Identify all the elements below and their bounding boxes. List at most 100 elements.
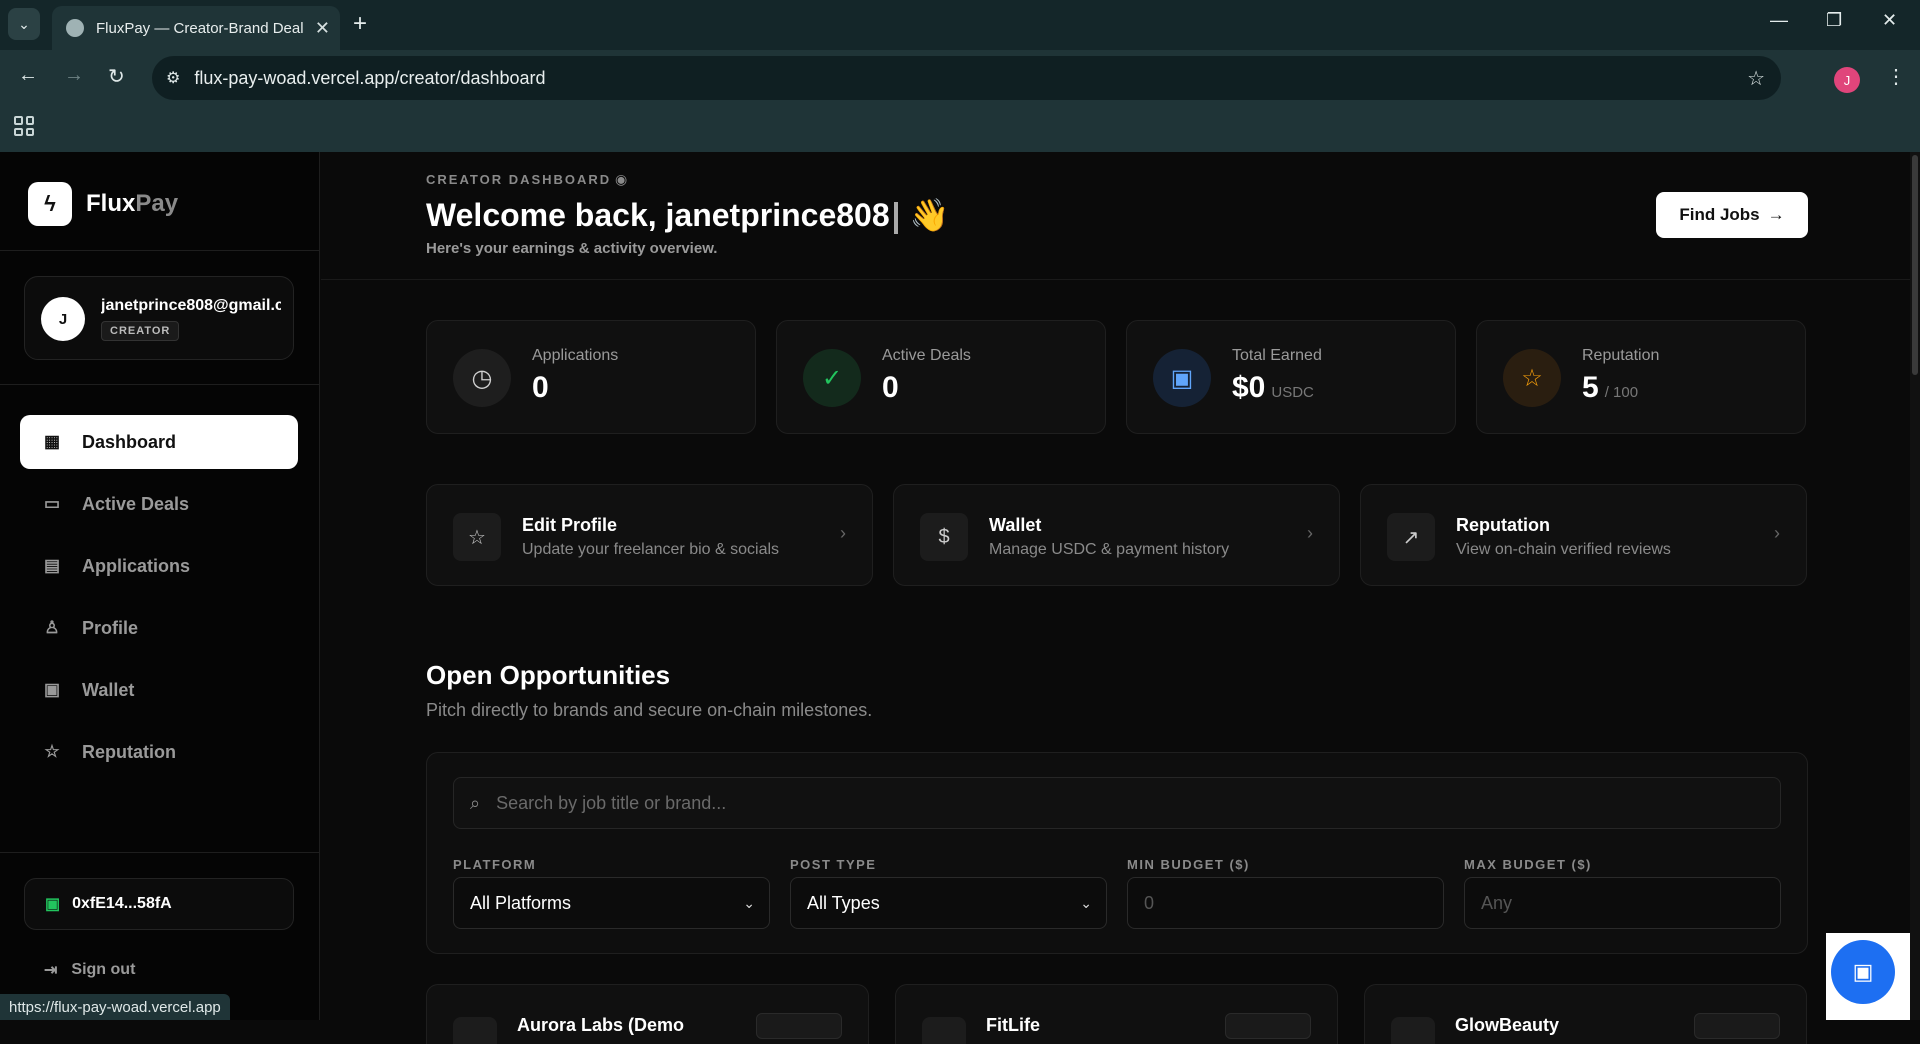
page-eyebrow: CREATOR DASHBOARD: [426, 172, 612, 187]
post-type-label: POST TYPE: [790, 857, 877, 872]
wallet-icon: ▣: [1153, 349, 1211, 407]
back-button[interactable]: ←: [18, 64, 38, 87]
brand-logo[interactable]: ϟ FluxPay: [28, 182, 178, 226]
profile-avatar[interactable]: J: [1834, 67, 1860, 93]
stat-label: Active Deals: [882, 347, 971, 364]
check-circle-icon: ✓: [803, 349, 861, 407]
platform-select[interactable]: All Platforms ⌄: [453, 877, 770, 929]
max-budget-input[interactable]: Any: [1464, 877, 1781, 929]
wallet-fab-button[interactable]: ▣: [1831, 940, 1895, 1004]
stat-label: Reputation: [1582, 347, 1660, 364]
chevron-down-icon: ⌄: [18, 15, 30, 32]
quick-actions: ☆ Edit Profile Update your freelancer bi…: [426, 484, 1808, 586]
brand-logo-icon: [453, 1017, 497, 1044]
find-jobs-button[interactable]: Find Jobs →: [1656, 192, 1808, 238]
brand-logo-icon: [922, 1017, 966, 1044]
close-icon[interactable]: ✕: [315, 18, 330, 39]
sidebar-item-profile[interactable]: ♙ Profile: [20, 601, 298, 655]
dollar-icon: $: [920, 513, 968, 561]
sidebar-item-label: Dashboard: [82, 431, 177, 452]
sidebar-item-dashboard[interactable]: ▦ Dashboard: [20, 415, 298, 469]
stat-unit: / 100: [1604, 384, 1639, 401]
sidebar-item-label: Applications: [82, 555, 191, 576]
chevron-right-icon: ›: [1774, 523, 1780, 543]
eye-icon[interactable]: ◉: [615, 171, 627, 188]
site-settings-icon[interactable]: ⚙: [166, 68, 180, 88]
document-icon: ▤: [43, 556, 61, 575]
sidebar-item-active-deals[interactable]: ▭ Active Deals: [20, 477, 298, 531]
job-card[interactable]: FitLife: [895, 984, 1338, 1044]
browser-tab[interactable]: FluxPay — Creator-Brand Deal Escrow ✕: [52, 6, 340, 50]
new-tab-button[interactable]: +: [353, 10, 367, 38]
job-card[interactable]: Aurora Labs (Demo: [426, 984, 869, 1044]
restore-button[interactable]: ❐: [1826, 10, 1842, 31]
stat-card-reputation: ☆ Reputation 5/ 100: [1476, 320, 1806, 434]
stat-value: 0: [532, 371, 549, 404]
apps-grid-icon[interactable]: [14, 116, 34, 136]
forward-button[interactable]: →: [64, 64, 84, 87]
post-type-select[interactable]: All Types ⌄: [790, 877, 1107, 929]
job-brand: GlowBeauty: [1455, 1015, 1560, 1035]
lightning-icon: ϟ: [28, 182, 72, 226]
trending-up-icon: ↗: [1387, 513, 1435, 561]
brand-name: FluxPay: [86, 190, 179, 217]
chevron-down-icon: ⌄: [1080, 894, 1092, 911]
job-list: Aurora Labs (Demo FitLife GlowBeauty: [426, 984, 1808, 1044]
wave-emoji: 👋: [909, 197, 950, 233]
stat-card-total-earned: ▣ Total Earned $0 USDC: [1126, 320, 1456, 434]
wallet-address: 0xfE14...58fA: [72, 895, 172, 912]
action-title: Edit Profile: [522, 515, 618, 535]
sidebar-item-reputation[interactable]: ☆ Reputation: [20, 725, 298, 779]
search-icon: ⌕: [470, 792, 481, 813]
search-input[interactable]: ⌕ Search by job title or brand...: [453, 777, 1781, 829]
job-brand: Aurora Labs (Demo: [517, 1015, 685, 1035]
chevron-right-icon: ›: [840, 523, 846, 543]
stat-value: 5/ 100: [1582, 371, 1639, 404]
scrollbar-thumb[interactable]: [1912, 155, 1918, 375]
stat-label: Total Earned: [1232, 347, 1322, 364]
search-placeholder: Search by job title or brand...: [496, 792, 727, 813]
window-close-button[interactable]: ✕: [1882, 10, 1897, 31]
browser-menu-icon[interactable]: ⋮: [1886, 64, 1906, 89]
user-email: janetprince808@gmail.com: [101, 297, 281, 314]
sidebar-item-applications[interactable]: ▤ Applications: [20, 539, 298, 593]
page-header: CREATOR DASHBOARD ◉ Welcome back, janetp…: [321, 152, 1910, 280]
arrow-right-icon: →: [1767, 205, 1785, 224]
reputation-card[interactable]: ↗ Reputation View on-chain verified revi…: [1360, 484, 1807, 586]
stat-value: $0 USDC: [1232, 371, 1314, 404]
wallet-address-button[interactable]: ▣ 0xfE14...58fA: [24, 878, 294, 930]
tab-title: FluxPay — Creator-Brand Deal Escrow: [96, 19, 307, 37]
omnibox[interactable]: ⚙ flux-pay-woad.vercel.app/creator/dashb…: [152, 56, 1781, 100]
job-tag: [1225, 1013, 1311, 1039]
clock-icon: ◷: [453, 349, 511, 407]
reload-button[interactable]: ↻: [108, 64, 125, 89]
action-title: Reputation: [1456, 515, 1550, 535]
stat-label: Applications: [532, 347, 619, 364]
stat-card-active-deals: ✓ Active Deals 0: [776, 320, 1106, 434]
divider: [0, 852, 320, 853]
min-budget-label: MIN BUDGET ($): [1127, 857, 1250, 872]
min-budget-input[interactable]: 0: [1127, 877, 1444, 929]
action-description: Manage USDC & payment history: [989, 541, 1230, 558]
max-budget-label: MAX BUDGET ($): [1464, 857, 1592, 872]
chevron-right-icon: ›: [1307, 523, 1313, 543]
wallet-icon: ▣: [1852, 959, 1874, 984]
edit-profile-card[interactable]: ☆ Edit Profile Update your freelancer bi…: [426, 484, 873, 586]
sidebar-item-wallet[interactable]: ▣ Wallet: [20, 663, 298, 717]
bookmark-star-icon[interactable]: ☆: [1747, 66, 1765, 91]
role-badge: CREATOR: [101, 321, 180, 341]
tab-strip: ⌄ FluxPay — Creator-Brand Deal Escrow ✕ …: [0, 0, 1920, 50]
address-bar-row: ← → ↻ ⚙ flux-pay-woad.vercel.app/creator…: [0, 50, 1920, 106]
tab-search-button[interactable]: ⌄: [8, 8, 40, 40]
sign-out-button[interactable]: ⇥ Sign out: [44, 960, 135, 980]
job-card[interactable]: GlowBeauty: [1364, 984, 1807, 1044]
globe-icon: [66, 19, 84, 37]
sidebar-item-label: Active Deals: [82, 493, 190, 514]
wallet-card[interactable]: $ Wallet Manage USDC & payment history ›: [893, 484, 1340, 586]
stat-unit: USDC: [1271, 384, 1314, 401]
sidebar-item-label: Reputation: [82, 741, 176, 762]
stat-card-applications: ◷ Applications 0: [426, 320, 756, 434]
minimize-button[interactable]: —: [1770, 10, 1788, 31]
url-text: flux-pay-woad.vercel.app/creator/dashboa…: [194, 67, 546, 88]
star-icon: ☆: [453, 513, 501, 561]
